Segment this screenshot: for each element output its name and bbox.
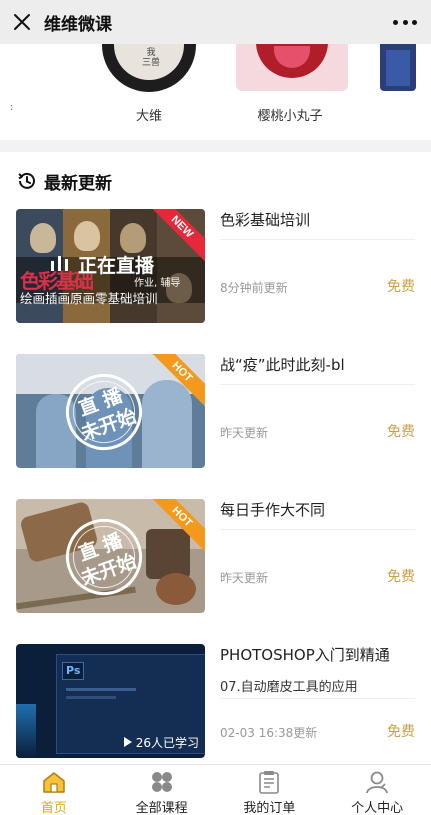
- tab-profile[interactable]: 个人中心: [323, 765, 431, 815]
- divider: [220, 239, 415, 240]
- tab-label: 首页: [40, 801, 67, 815]
- course-price: 免费: [387, 569, 415, 585]
- section-divider: [0, 140, 431, 152]
- author-avatar: 我三兽: [102, 44, 196, 92]
- course-thumbnail: Ps 26人已学习: [16, 644, 205, 758]
- bottom-tab-bar: 首页 全部课程 我的订单 个人中心: [0, 764, 431, 815]
- course-thumbnail: 直 播 未开始 HOT: [16, 354, 205, 468]
- course-updated: 昨天更新: [220, 426, 269, 440]
- course-price: 免费: [387, 724, 415, 740]
- author-name: 樱桃小丸子: [257, 109, 323, 124]
- more-menu-button[interactable]: [393, 14, 417, 30]
- course-title: PHOTOSHOP入门到精通: [220, 646, 390, 664]
- course-card[interactable]: 直 播 未开始 HOT 战“疫”此时此刻-bl 昨天更新 免费: [16, 354, 415, 468]
- course-thumbnail: 色彩基础 正在直播 作业, 辅导 绘画插画原画零基础培训 NEW: [16, 209, 205, 323]
- tab-all-courses[interactable]: 全部课程: [108, 765, 216, 815]
- author-item-dawei[interactable]: 我三兽 大维: [96, 44, 202, 140]
- stamp-top-text: 直 播: [75, 529, 126, 566]
- play-icon: [123, 737, 132, 747]
- course-title: 每日手作大不同: [220, 501, 326, 519]
- tab-my-orders[interactable]: 我的订单: [216, 765, 324, 815]
- live-signal-icon: [51, 256, 68, 271]
- author-item-clipped[interactable]: [380, 44, 416, 91]
- course-price: 免费: [387, 424, 415, 440]
- stamp-bottom-text: 未开始: [78, 405, 140, 446]
- close-button[interactable]: [0, 0, 44, 44]
- app-title: 维维微课: [44, 14, 112, 35]
- divider: [220, 529, 415, 530]
- tab-label: 个人中心: [351, 801, 404, 815]
- author-avatar: [236, 44, 348, 91]
- author-name: 大维: [135, 109, 162, 124]
- author-item-yingtao[interactable]: 樱桃小丸子: [232, 44, 348, 140]
- dot-icon: [402, 19, 408, 25]
- tab-home[interactable]: 首页: [0, 765, 108, 815]
- course-lesson: 07.自动磨皮工具的应用: [220, 680, 358, 695]
- tab-label: 全部课程: [135, 801, 188, 815]
- ps-logo-label: Ps: [66, 664, 81, 677]
- course-thumbnail: 直 播 未开始 HOT: [16, 499, 205, 613]
- history-icon: [18, 172, 35, 189]
- top-bar: 维维微课: [0, 0, 431, 44]
- section-title: 最新更新: [44, 173, 112, 194]
- section-header: 最新更新: [16, 168, 112, 194]
- course-title: 色彩基础培训: [220, 211, 311, 229]
- course-updated: 昨天更新: [220, 571, 269, 585]
- live-overlay-tag: 作业, 辅导: [134, 278, 181, 289]
- divider: [220, 384, 415, 385]
- divider: [220, 698, 415, 699]
- author-carousel[interactable]: : 我三兽 大维 樱桃小丸子: [0, 44, 431, 140]
- order-icon: [259, 771, 280, 794]
- live-overlay-text: 绘画插画原画零基础培训: [20, 291, 158, 306]
- dot-icon: [412, 19, 417, 25]
- stamp-top-text: 直 播: [75, 384, 126, 421]
- course-price: 免费: [387, 279, 415, 295]
- user-icon: [366, 771, 389, 794]
- course-card[interactable]: 色彩基础 正在直播 作业, 辅导 绘画插画原画零基础培训 NEW 色彩基础培训 …: [16, 209, 415, 323]
- learners-count: 26人已学习: [135, 735, 199, 750]
- home-icon: [43, 772, 65, 793]
- learners-badge: 26人已学习: [123, 732, 199, 752]
- course-title: 战“疫”此时此刻-bl: [220, 356, 345, 374]
- tab-label: 我的订单: [243, 801, 296, 815]
- course-card[interactable]: 直 播 未开始 HOT 每日手作大不同 昨天更新 免费: [16, 499, 415, 613]
- course-updated: 02-03 16:38更新: [220, 726, 318, 740]
- close-icon: [14, 14, 30, 30]
- carousel-clipped-label: :: [10, 102, 14, 113]
- dot-icon: [393, 19, 398, 25]
- grid-icon: [151, 772, 172, 792]
- course-card[interactable]: Ps 26人已学习 PHOTOSHOP入门到精通 07.自动磨皮工具的应用 02…: [16, 644, 415, 758]
- course-updated: 8分钟前更新: [220, 281, 288, 295]
